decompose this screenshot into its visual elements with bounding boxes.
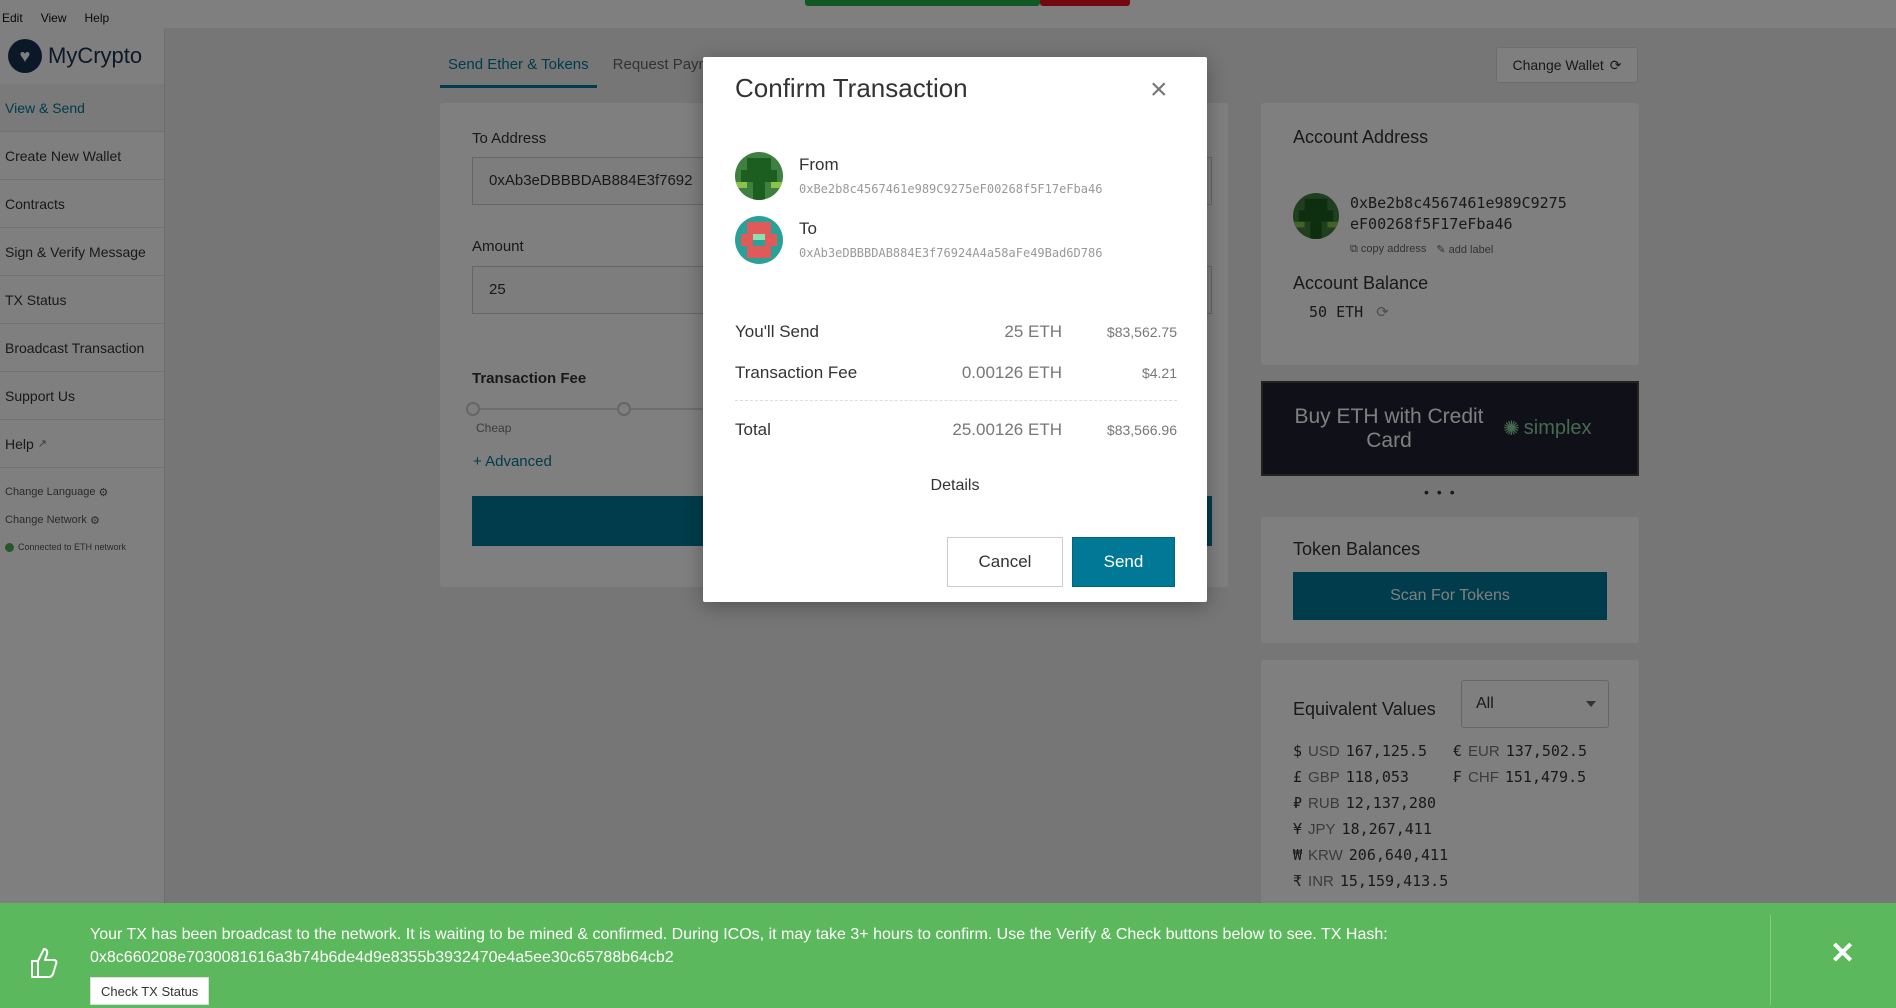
send-eth-amount: 25 ETH	[1004, 322, 1062, 341]
thumbs-up-icon	[31, 948, 58, 978]
close-notification-icon[interactable]: ✕	[1830, 936, 1855, 971]
total-usd-amount: $83,566.96	[1106, 422, 1177, 438]
modal-title: Confirm Transaction	[735, 73, 968, 103]
check-tx-status-button[interactable]: Check TX Status	[90, 977, 210, 1005]
close-icon[interactable]: ×	[1150, 75, 1168, 105]
summary-send-row: You'll Send 25 ETH $83,562.75	[735, 322, 1177, 352]
from-label: From	[799, 155, 839, 174]
summary-fee-row: Transaction Fee 0.00126 ETH $4.21	[735, 363, 1177, 393]
to-address: 0xAb3eDBBBDAB884E3f76924A4a58aFe49Bad6D7…	[799, 246, 1103, 260]
summary-total-row: Total 25.00126 ETH $83,566.96	[735, 420, 1177, 450]
confirm-transaction-modal: Confirm Transaction × From 0xBe2b8c45674…	[703, 57, 1207, 602]
send-button[interactable]: Send	[1072, 537, 1175, 587]
from-address: 0xBe2b8c4567461e989C9275eF00268f5F17eFba…	[799, 182, 1103, 196]
from-identicon	[735, 152, 783, 200]
total-eth-amount: 25.00126 ETH	[952, 420, 1062, 439]
send-usd-amount: $83,562.75	[1106, 324, 1177, 340]
fee-label: Transaction Fee	[735, 363, 858, 382]
fee-eth-amount: 0.00126 ETH	[961, 363, 1062, 382]
success-notification: Your TX has been broadcast to the networ…	[0, 903, 1896, 1008]
cancel-button[interactable]: Cancel	[947, 537, 1063, 587]
total-label: Total	[735, 420, 771, 439]
to-identicon	[735, 216, 783, 264]
details-toggle[interactable]: Details	[703, 477, 1207, 495]
notification-divider	[1770, 915, 1771, 1005]
to-label: To	[799, 219, 817, 238]
send-label: You'll Send	[735, 322, 819, 341]
fee-usd-amount: $4.21	[1141, 365, 1177, 381]
summary-divider	[735, 400, 1177, 401]
notification-message: Your TX has been broadcast to the networ…	[90, 926, 1388, 966]
